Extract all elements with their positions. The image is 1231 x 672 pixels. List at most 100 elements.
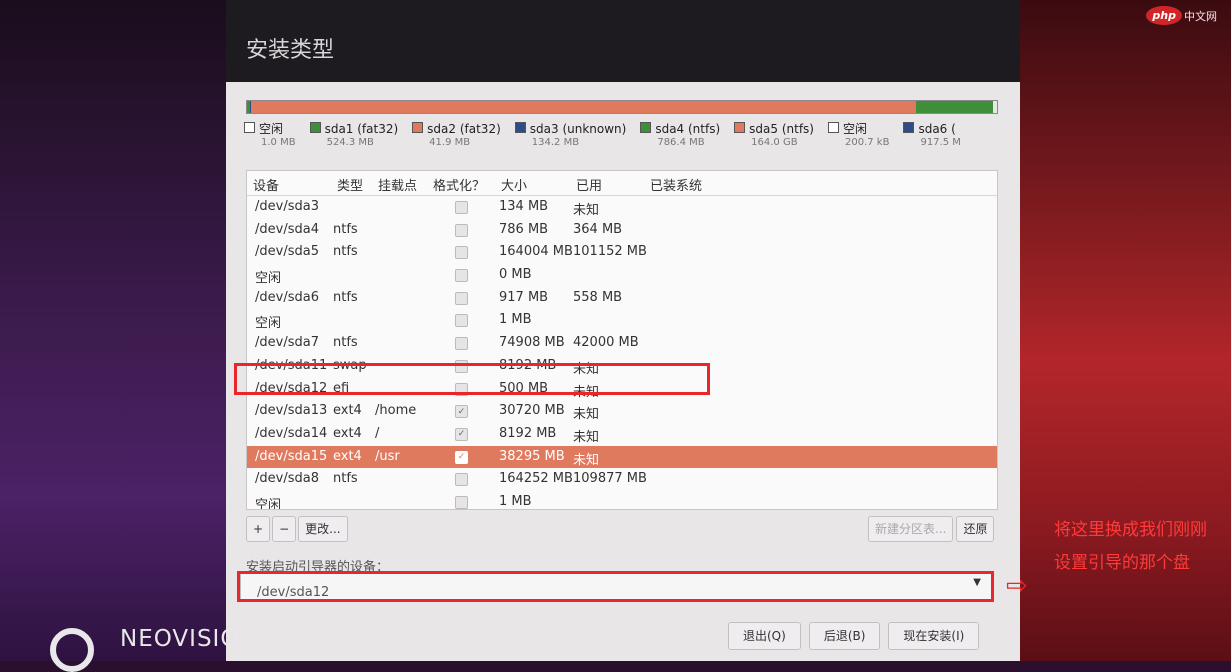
legend-swatch <box>412 122 423 133</box>
format-checkbox[interactable] <box>455 337 468 350</box>
row-type: ntfs <box>333 222 358 237</box>
row-device: /dev/sda3 <box>255 199 319 214</box>
row-device: /dev/sda13 <box>255 403 327 418</box>
table-row[interactable]: 空闲0 MB <box>247 264 997 287</box>
format-checkbox[interactable]: ✓ <box>455 451 468 464</box>
disk-bar-segment <box>916 101 993 113</box>
legend-swatch <box>640 122 651 133</box>
legend-name: sda2 (fat32) <box>427 122 501 136</box>
window-top-area <box>226 0 1021 82</box>
header-used[interactable]: 已用 <box>576 175 602 194</box>
format-checkbox[interactable] <box>455 314 468 327</box>
row-device: /dev/sda6 <box>255 290 319 305</box>
format-checkbox[interactable] <box>455 473 468 486</box>
header-device[interactable]: 设备 <box>253 175 279 194</box>
header-installed-system[interactable]: 已装系统 <box>650 175 702 194</box>
install-now-button[interactable]: 现在安装(I) <box>888 622 979 650</box>
row-used: 364 MB <box>573 222 622 237</box>
row-device: /dev/sda4 <box>255 222 319 237</box>
legend-name: 空闲 <box>259 122 283 136</box>
legend-item: sda2 (fat32)41.9 MB <box>412 122 501 150</box>
desktop-background-left <box>0 0 226 661</box>
legend-item: 空闲200.7 kB <box>828 122 889 150</box>
legend-name: sda3 (unknown) <box>530 122 627 136</box>
page-title: 安装类型 <box>246 32 334 64</box>
format-checkbox[interactable]: ✓ <box>455 405 468 418</box>
table-row[interactable]: /dev/sda15ext4/usr38295 MB未知✓ <box>247 446 997 469</box>
row-size: 8192 MB <box>499 426 556 441</box>
header-size[interactable]: 大小 <box>501 175 527 194</box>
row-device: /dev/sda14 <box>255 426 327 441</box>
revert-button[interactable]: 还原 <box>956 516 994 542</box>
header-format[interactable]: 格式化？ <box>433 175 485 194</box>
row-mount: /usr <box>375 449 400 464</box>
row-size: 1 MB <box>499 312 532 327</box>
annotation-text: 将这里换成我们刚刚设置引导的那个盘 <box>1054 514 1220 580</box>
legend-swatch <box>734 122 745 133</box>
format-checkbox[interactable] <box>455 292 468 305</box>
legend-size: 41.9 MB <box>412 136 501 150</box>
legend-name: 空闲 <box>843 122 867 136</box>
highlight-box-efi-row <box>234 363 710 395</box>
row-size: 0 MB <box>499 267 532 282</box>
row-used: 未知 <box>573 199 599 218</box>
row-size: 30720 MB <box>499 403 565 418</box>
format-checkbox[interactable] <box>455 201 468 214</box>
legend-swatch <box>244 122 255 133</box>
format-checkbox[interactable] <box>455 246 468 259</box>
legend-size: 164.0 GB <box>734 136 814 150</box>
legend-size: 200.7 kB <box>828 136 889 150</box>
row-used: 未知 <box>573 426 599 445</box>
header-mount[interactable]: 挂载点 <box>378 175 417 194</box>
row-size: 917 MB <box>499 290 548 305</box>
table-row[interactable]: 空闲1 MB <box>247 491 997 510</box>
table-row[interactable]: /dev/sda7ntfs74908 MB42000 MB <box>247 332 997 355</box>
table-row[interactable]: /dev/sda4ntfs786 MB364 MB <box>247 219 997 242</box>
table-row[interactable]: /dev/sda5ntfs164004 MB101152 MB <box>247 241 997 264</box>
remove-partition-button[interactable]: − <box>272 516 296 542</box>
neovision-brand: NEOVISION <box>120 626 258 652</box>
table-row[interactable]: /dev/sda14ext4/8192 MB未知✓ <box>247 423 997 446</box>
annotation-arrow-icon: ⇨ <box>1006 573 1028 599</box>
php-watermark-logo: php 中文网 <box>1146 6 1217 25</box>
partition-actions: + − 更改... <box>246 516 348 542</box>
row-size: 134 MB <box>499 199 548 214</box>
row-used: 101152 MB <box>573 244 647 259</box>
row-used: 558 MB <box>573 290 622 305</box>
partition-table[interactable]: 设备 类型 挂载点 格式化？ 大小 已用 已装系统 /dev/sda3 134 M… <box>246 170 998 510</box>
table-row[interactable]: /dev/sda8ntfs164252 MB109877 MB <box>247 468 997 491</box>
legend-item: sda4 (ntfs)786.4 MB <box>640 122 720 150</box>
format-checkbox[interactable] <box>455 496 468 509</box>
row-size: 74908 MB <box>499 335 565 350</box>
row-mount: / <box>375 426 379 441</box>
row-device: /dev/sda15 <box>255 449 327 464</box>
table-row[interactable]: /dev/sda6 ntfs 917 MB 558 MB <box>247 287 997 310</box>
legend-name: sda1 (fat32) <box>325 122 399 136</box>
row-type: ntfs <box>333 335 358 350</box>
row-type: ntfs <box>333 290 358 305</box>
table-row[interactable]: /dev/sda3 134 MB 未知 <box>247 196 997 219</box>
legend-size: 134.2 MB <box>515 136 627 150</box>
format-checkbox[interactable] <box>455 224 468 237</box>
back-button[interactable]: 后退(B) <box>809 622 881 650</box>
table-row[interactable]: 空闲 1 MB <box>247 309 997 332</box>
header-type[interactable]: 类型 <box>337 175 363 194</box>
quit-button[interactable]: 退出(Q) <box>728 622 801 650</box>
row-type: ntfs <box>333 244 358 259</box>
row-device: 空闲 <box>255 312 281 331</box>
format-checkbox[interactable]: ✓ <box>455 428 468 441</box>
new-partition-table-button[interactable]: 新建分区表... <box>868 516 953 542</box>
format-checkbox[interactable] <box>455 269 468 282</box>
legend-item: sda5 (ntfs)164.0 GB <box>734 122 814 150</box>
add-partition-button[interactable]: + <box>246 516 270 542</box>
table-row[interactable]: /dev/sda13ext4/home30720 MB未知✓ <box>247 400 997 423</box>
legend-item: sda3 (unknown)134.2 MB <box>515 122 627 150</box>
row-device: 空闲 <box>255 494 281 510</box>
row-mount: /home <box>375 403 416 418</box>
table-rows: /dev/sda3134 MB未知/dev/sda4ntfs786 MB364 … <box>247 196 997 510</box>
row-size: 164252 MB <box>499 471 573 486</box>
row-used: 42000 MB <box>573 335 639 350</box>
change-partition-button[interactable]: 更改... <box>298 516 347 542</box>
php-logo-oval: php <box>1146 6 1182 25</box>
dialog-buttons: 退出(Q) 后退(B) 现在安装(I) <box>728 622 979 650</box>
